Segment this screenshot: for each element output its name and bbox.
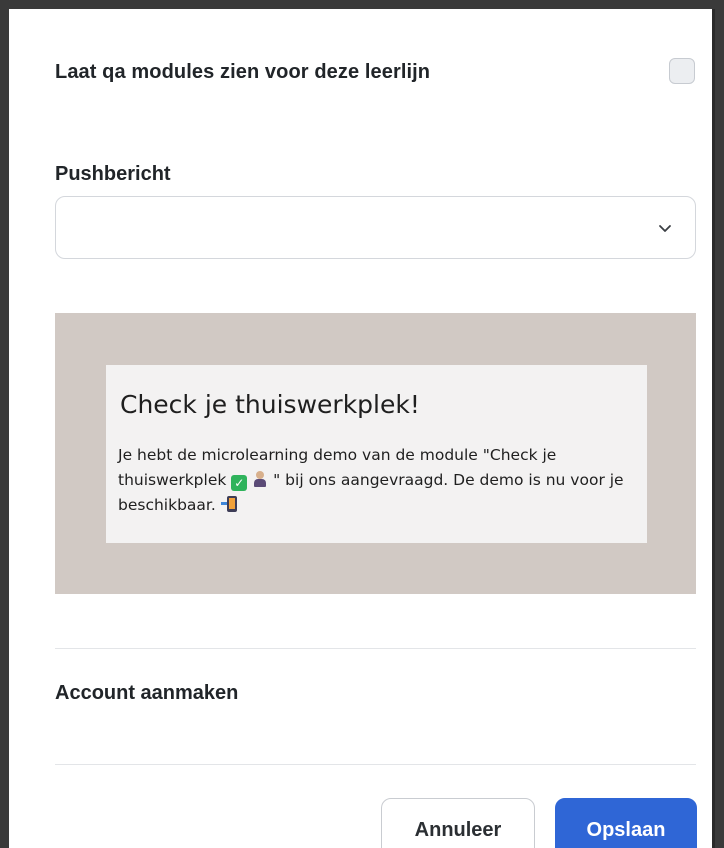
save-button[interactable]: Opslaan [555,798,697,848]
qa-modules-row: Laat qa modules zien voor deze leerlijn [55,58,700,88]
qa-modules-checkbox[interactable] [669,58,695,84]
pushbericht-label: Pushbericht [55,163,171,185]
person-at-computer-emoji-icon [252,471,268,487]
cancel-button[interactable]: Annuleer [381,798,535,848]
chevron-down-icon [659,225,671,232]
push-preview-card: Check je thuiswerkplek! Je hebt de micro… [106,365,647,543]
push-preview-title: Check je thuiswerkplek! [120,390,420,419]
qa-modules-label: Laat qa modules zien voor deze leerlijn [55,61,431,83]
footer-divider [55,764,696,765]
push-preview-panel: Check je thuiswerkplek! Je hebt de micro… [55,313,696,594]
phone-with-arrow-emoji-icon [220,496,239,512]
window-edge [712,9,715,848]
push-preview-body: Je hebt de microlearning demo van de mod… [118,443,638,518]
check-mark-emoji-icon: ✓ [231,475,248,491]
pushbericht-select[interactable] [55,196,696,259]
account-aanmaken-label: Account aanmaken [55,682,239,704]
section-divider [55,648,696,649]
